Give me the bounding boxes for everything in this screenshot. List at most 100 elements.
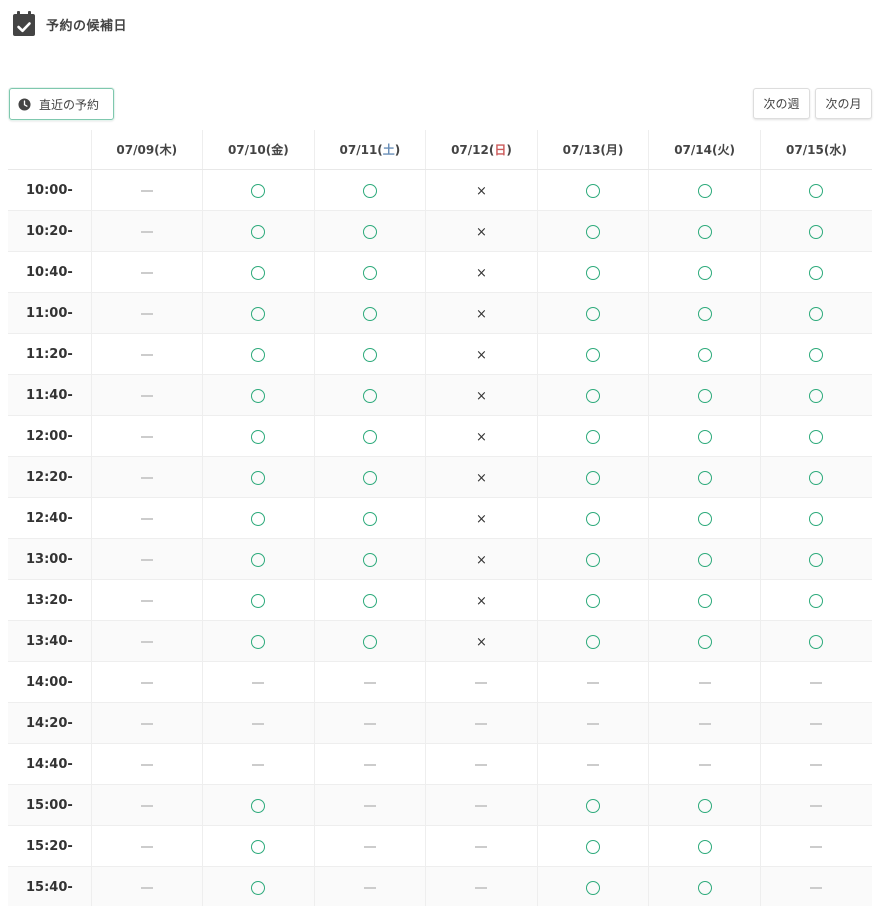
available-circle-icon[interactable]	[586, 840, 601, 854]
available-circle-icon[interactable]	[586, 512, 601, 526]
next-week-button[interactable]: 次の週	[753, 88, 810, 119]
available-circle-icon[interactable]	[809, 594, 824, 608]
available-circle-icon[interactable]	[362, 512, 377, 526]
slot-cell-available[interactable]	[759, 292, 872, 334]
slot-cell-available[interactable]	[648, 825, 761, 867]
slot-cell-available[interactable]	[648, 620, 761, 662]
slot-cell-available[interactable]	[313, 210, 426, 252]
available-circle-icon[interactable]	[809, 512, 824, 526]
available-circle-icon[interactable]	[362, 348, 377, 362]
available-circle-icon[interactable]	[697, 184, 712, 198]
available-circle-icon[interactable]	[251, 430, 266, 444]
available-circle-icon[interactable]	[697, 594, 712, 608]
available-circle-icon[interactable]	[697, 348, 712, 362]
slot-cell-available[interactable]	[202, 333, 315, 375]
available-circle-icon[interactable]	[251, 471, 266, 485]
slot-cell-available[interactable]	[648, 784, 761, 826]
available-circle-icon[interactable]	[697, 881, 712, 895]
slot-cell-available[interactable]	[759, 620, 872, 662]
available-circle-icon[interactable]	[362, 389, 377, 403]
slot-cell-available[interactable]	[202, 292, 315, 334]
available-circle-icon[interactable]	[586, 266, 601, 280]
available-circle-icon[interactable]	[586, 348, 601, 362]
available-circle-icon[interactable]	[251, 184, 266, 198]
slot-cell-available[interactable]	[313, 620, 426, 662]
available-circle-icon[interactable]	[586, 430, 601, 444]
available-circle-icon[interactable]	[251, 594, 266, 608]
available-circle-icon[interactable]	[251, 389, 266, 403]
slot-cell-available[interactable]	[202, 374, 315, 416]
slot-cell-available[interactable]	[202, 579, 315, 621]
available-circle-icon[interactable]	[362, 307, 377, 321]
slot-cell-available[interactable]	[202, 169, 315, 211]
slot-cell-available[interactable]	[648, 497, 761, 539]
available-circle-icon[interactable]	[251, 307, 266, 321]
slot-cell-available[interactable]	[536, 169, 649, 211]
slot-cell-available[interactable]	[202, 620, 315, 662]
slot-cell-available[interactable]	[536, 210, 649, 252]
available-circle-icon[interactable]	[697, 389, 712, 403]
available-circle-icon[interactable]	[586, 594, 601, 608]
available-circle-icon[interactable]	[586, 553, 601, 567]
slot-cell-available[interactable]	[759, 251, 872, 293]
available-circle-icon[interactable]	[362, 266, 377, 280]
slot-cell-available[interactable]	[759, 415, 872, 457]
slot-cell-available[interactable]	[313, 456, 426, 498]
available-circle-icon[interactable]	[251, 799, 266, 813]
slot-cell-available[interactable]	[536, 251, 649, 293]
available-circle-icon[interactable]	[362, 184, 377, 198]
available-circle-icon[interactable]	[809, 430, 824, 444]
slot-cell-available[interactable]	[313, 333, 426, 375]
available-circle-icon[interactable]	[362, 635, 377, 649]
slot-cell-available[interactable]	[202, 456, 315, 498]
available-circle-icon[interactable]	[809, 184, 824, 198]
slot-cell-available[interactable]	[313, 497, 426, 539]
slot-cell-available[interactable]	[759, 579, 872, 621]
recent-reservation-button[interactable]: 直近の予約	[9, 88, 114, 120]
slot-cell-available[interactable]	[648, 538, 761, 580]
slot-cell-available[interactable]	[202, 825, 315, 867]
available-circle-icon[interactable]	[809, 553, 824, 567]
available-circle-icon[interactable]	[809, 635, 824, 649]
slot-cell-available[interactable]	[536, 456, 649, 498]
available-circle-icon[interactable]	[809, 266, 824, 280]
available-circle-icon[interactable]	[697, 635, 712, 649]
slot-cell-available[interactable]	[536, 333, 649, 375]
slot-cell-available[interactable]	[648, 251, 761, 293]
available-circle-icon[interactable]	[697, 840, 712, 854]
slot-cell-available[interactable]	[759, 333, 872, 375]
slot-cell-available[interactable]	[536, 374, 649, 416]
slot-cell-available[interactable]	[202, 784, 315, 826]
available-circle-icon[interactable]	[362, 430, 377, 444]
available-circle-icon[interactable]	[586, 307, 601, 321]
available-circle-icon[interactable]	[586, 225, 601, 239]
slot-cell-available[interactable]	[759, 210, 872, 252]
available-circle-icon[interactable]	[586, 184, 601, 198]
slot-cell-available[interactable]	[648, 866, 761, 906]
available-circle-icon[interactable]	[697, 512, 712, 526]
slot-cell-available[interactable]	[313, 415, 426, 457]
slot-cell-available[interactable]	[648, 333, 761, 375]
available-circle-icon[interactable]	[586, 635, 601, 649]
slot-cell-available[interactable]	[202, 866, 315, 906]
available-circle-icon[interactable]	[362, 594, 377, 608]
available-circle-icon[interactable]	[251, 225, 266, 239]
slot-cell-available[interactable]	[759, 497, 872, 539]
slot-cell-available[interactable]	[313, 579, 426, 621]
available-circle-icon[interactable]	[362, 225, 377, 239]
available-circle-icon[interactable]	[251, 348, 266, 362]
available-circle-icon[interactable]	[251, 512, 266, 526]
slot-cell-available[interactable]	[536, 497, 649, 539]
available-circle-icon[interactable]	[697, 225, 712, 239]
slot-cell-available[interactable]	[202, 497, 315, 539]
slot-cell-available[interactable]	[536, 579, 649, 621]
slot-cell-available[interactable]	[759, 169, 872, 211]
slot-cell-available[interactable]	[759, 456, 872, 498]
slot-cell-available[interactable]	[648, 579, 761, 621]
slot-cell-available[interactable]	[536, 538, 649, 580]
available-circle-icon[interactable]	[809, 307, 824, 321]
slot-cell-available[interactable]	[648, 169, 761, 211]
available-circle-icon[interactable]	[697, 266, 712, 280]
available-circle-icon[interactable]	[362, 553, 377, 567]
slot-cell-available[interactable]	[313, 374, 426, 416]
